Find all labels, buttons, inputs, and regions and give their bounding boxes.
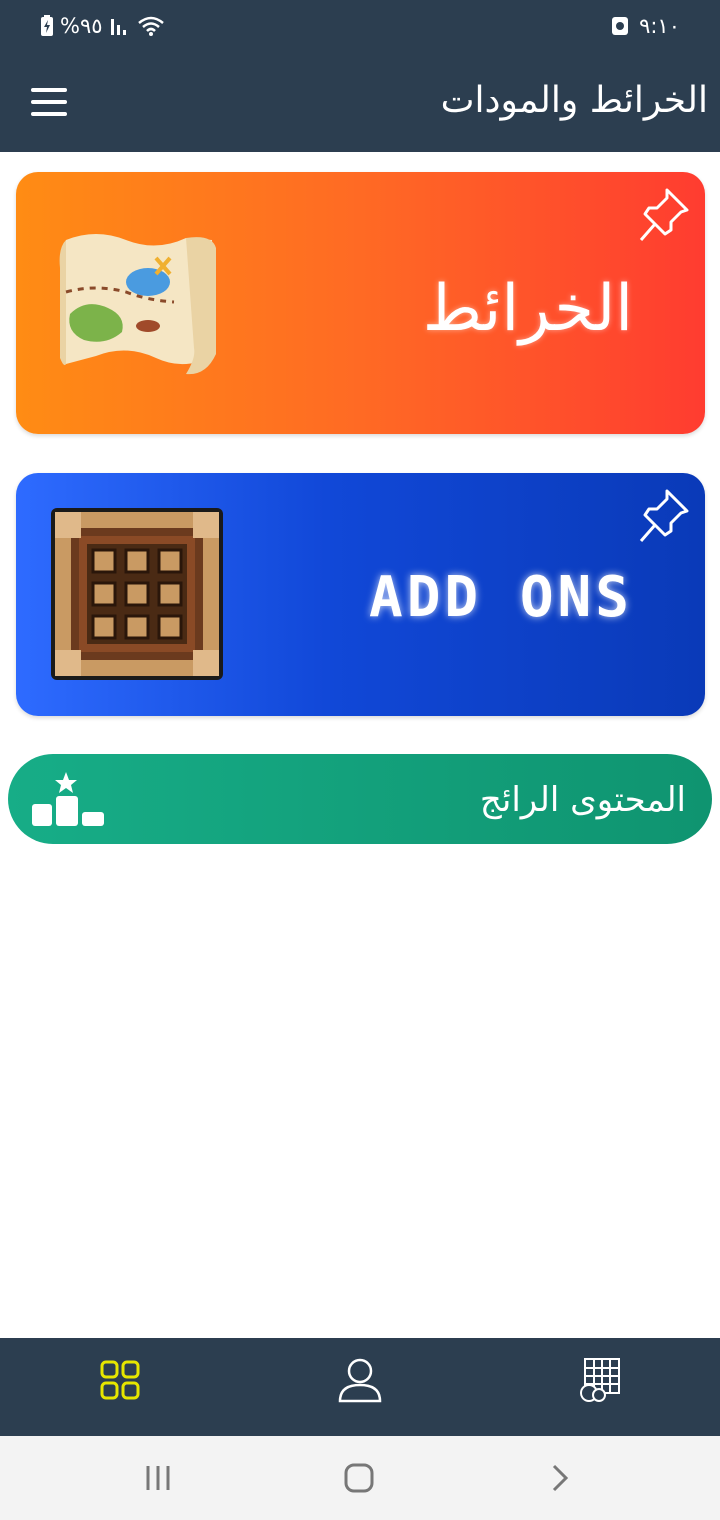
podium-star-icon bbox=[32, 772, 104, 826]
status-right: ٩:١٠ bbox=[611, 14, 680, 38]
notification-icon bbox=[612, 17, 629, 35]
home-button[interactable] bbox=[337, 1458, 381, 1498]
bottom-nav bbox=[0, 1338, 720, 1436]
status-left: %٩٥ bbox=[40, 14, 165, 38]
recents-icon bbox=[146, 1466, 170, 1490]
page-title: الخرائط والمودات bbox=[440, 80, 708, 121]
hamburger-line bbox=[31, 112, 67, 116]
maps-card-label: الخرائط bbox=[422, 272, 633, 346]
treasure-map-icon bbox=[59, 234, 216, 375]
pin-icon[interactable] bbox=[637, 186, 691, 244]
map-fruit-icon bbox=[580, 1358, 620, 1402]
user-icon bbox=[338, 1358, 382, 1403]
addons-card-label: ADD ONS bbox=[368, 565, 633, 630]
home-icon bbox=[344, 1463, 374, 1493]
crafting-table-icon bbox=[51, 508, 223, 680]
status-bar: %٩٥ ٩:١٠ bbox=[0, 0, 720, 56]
signal-icon bbox=[110, 19, 126, 35]
trending-content-button[interactable]: المحتوى الرائج bbox=[8, 754, 712, 844]
back-button[interactable] bbox=[538, 1458, 582, 1498]
pin-icon[interactable] bbox=[637, 487, 691, 545]
maps-card[interactable]: الخرائط bbox=[16, 172, 705, 434]
menu-button[interactable] bbox=[28, 84, 70, 120]
system-nav bbox=[0, 1436, 720, 1520]
hamburger-menu-icon bbox=[31, 88, 67, 92]
grid-icon bbox=[100, 1360, 140, 1400]
back-icon bbox=[552, 1464, 569, 1492]
nav-profile[interactable] bbox=[328, 1348, 392, 1412]
battery-percent: %٩٥ bbox=[60, 14, 103, 38]
hamburger-line bbox=[31, 100, 67, 104]
trending-label: المحتوى الرائج bbox=[479, 780, 686, 820]
nav-maps[interactable] bbox=[568, 1348, 632, 1412]
addons-card[interactable]: ADD ONS bbox=[16, 473, 705, 716]
wifi-icon bbox=[137, 16, 164, 36]
battery-charging-icon bbox=[41, 15, 53, 36]
clock: ٩:١٠ bbox=[639, 14, 680, 38]
app-bar: الخرائط والمودات bbox=[0, 56, 720, 152]
recents-button[interactable] bbox=[136, 1458, 180, 1498]
nav-home[interactable] bbox=[88, 1348, 152, 1412]
